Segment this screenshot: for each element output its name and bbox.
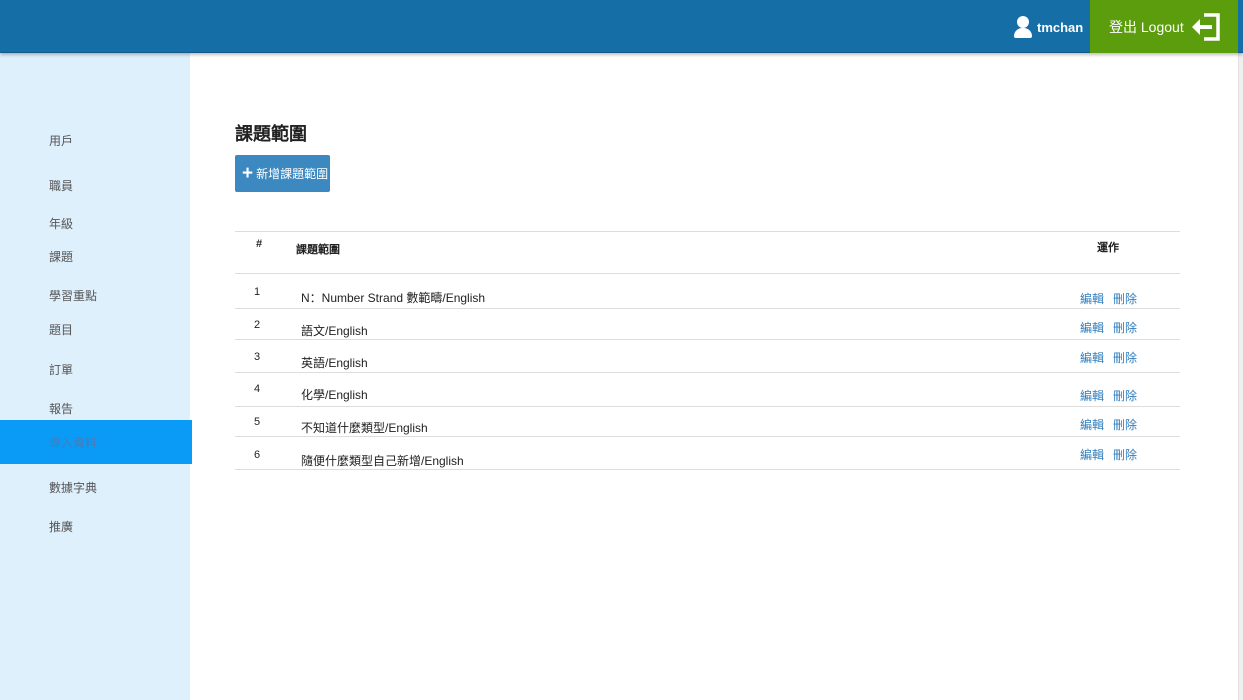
row-topic-scope: 英語/English	[301, 356, 368, 370]
sidebar-item-users[interactable]: 用戶	[0, 125, 190, 155]
row-topic-scope: 隨便什麼類型自己新增/English	[301, 454, 464, 468]
table-divider	[235, 436, 1180, 437]
sidebar-item-label: 題目	[49, 322, 74, 337]
sidebar-item-reports[interactable]: 報告	[0, 393, 190, 423]
table-divider	[235, 231, 1180, 232]
edit-link[interactable]: 編輯	[1080, 416, 1104, 433]
add-button-label: 新增課題範圍	[256, 167, 329, 181]
sidebar-item-grades[interactable]: 年級	[0, 208, 190, 238]
user-icon	[1013, 15, 1033, 39]
row-topic-scope: 化學/English	[301, 388, 368, 402]
sidebar-item-label: 訂單	[49, 362, 74, 377]
sidebar: 用戶 職員 年級 課題 學習重點 題目 訂單 報告 導入資料 數據字典 推廣	[0, 53, 192, 700]
table-divider	[235, 406, 1180, 407]
table-divider	[235, 469, 1180, 470]
edit-link[interactable]: 編輯	[1080, 349, 1104, 366]
row-number: 1	[254, 286, 261, 298]
sidebar-item-label: 課題	[49, 249, 74, 264]
edit-link[interactable]: 編輯	[1080, 319, 1104, 336]
user-menu[interactable]: tmchan	[1013, 14, 1083, 40]
delete-link[interactable]: 刪除	[1113, 416, 1137, 433]
page-title: 課題範圍	[235, 124, 307, 144]
sidebar-item-promotion[interactable]: 推廣	[0, 511, 190, 541]
sidebar-item-data-dictionary[interactable]: 數據字典	[0, 472, 190, 502]
table-divider	[235, 372, 1180, 373]
table-divider	[235, 339, 1180, 340]
edit-link[interactable]: 編輯	[1080, 387, 1104, 404]
top-navbar: tmchan 登出 Logout	[0, 0, 1243, 53]
sidebar-item-orders[interactable]: 訂單	[0, 354, 190, 384]
table-divider	[235, 273, 1180, 274]
sidebar-item-label: 導入資料	[49, 435, 98, 450]
sidebar-item-questions[interactable]: 題目	[0, 314, 190, 344]
row-topic-scope: N：Number Strand 數範疇/English	[301, 291, 486, 305]
sidebar-item-topics[interactable]: 課題	[0, 241, 190, 271]
add-topic-scope-button[interactable]: + 新增課題範圍	[235, 155, 330, 192]
scrollbar-track[interactable]	[1238, 53, 1243, 700]
row-number: 5	[254, 416, 261, 428]
sidebar-item-label: 數據字典	[49, 480, 98, 495]
row-number: 6	[254, 449, 261, 461]
username-label: tmchan	[1037, 19, 1084, 35]
row-topic-scope: 語文/English	[301, 324, 368, 338]
sidebar-item-label: 推廣	[49, 519, 74, 534]
column-header-number: #	[256, 238, 263, 250]
row-number: 3	[254, 351, 261, 363]
sidebar-item-staff[interactable]: 職員	[0, 170, 190, 200]
logout-icon	[1192, 13, 1220, 41]
sidebar-item-label: 用戶	[49, 133, 74, 148]
plus-icon: +	[242, 163, 254, 184]
sidebar-item-import-data[interactable]: 導入資料	[0, 420, 192, 464]
delete-link[interactable]: 刪除	[1113, 349, 1137, 366]
column-header-actions: 運作	[1097, 242, 1119, 254]
logout-button[interactable]: 登出 Logout	[1090, 0, 1238, 53]
delete-link[interactable]: 刪除	[1113, 446, 1137, 463]
column-header-topic-scope: 課題範圍	[296, 244, 340, 256]
logout-label: 登出 Logout	[1109, 18, 1184, 35]
row-topic-scope: 不知道什麼類型/English	[301, 421, 428, 435]
row-number: 4	[254, 383, 261, 395]
delete-link[interactable]: 刪除	[1113, 387, 1137, 404]
sidebar-item-label: 年級	[49, 216, 74, 231]
sidebar-item-label: 職員	[49, 178, 74, 193]
edit-link[interactable]: 編輯	[1080, 290, 1104, 307]
delete-link[interactable]: 刪除	[1113, 290, 1137, 307]
delete-link[interactable]: 刪除	[1113, 319, 1137, 336]
row-number: 2	[254, 319, 261, 331]
sidebar-item-learning-focus[interactable]: 學習重點	[0, 280, 190, 310]
sidebar-item-label: 報告	[49, 401, 74, 416]
table-divider	[235, 308, 1180, 309]
sidebar-item-label: 學習重點	[49, 288, 98, 303]
edit-link[interactable]: 編輯	[1080, 446, 1104, 463]
main-content: 課題範圍 + 新增課題範圍 # 課題範圍 運作 1 N：Number Stran…	[190, 53, 1238, 700]
